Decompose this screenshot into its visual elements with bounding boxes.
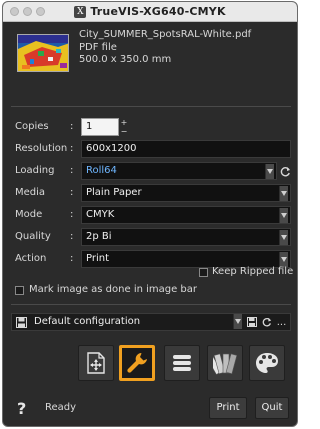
mode-label: Mode — [15, 209, 43, 220]
queue-tool-button[interactable] — [164, 345, 200, 381]
copies-stepper[interactable]: + − — [120, 118, 128, 136]
keep-ripped-checkbox[interactable] — [199, 268, 208, 277]
save-icon[interactable] — [245, 315, 258, 329]
loading-value: Roll64 — [86, 165, 117, 176]
decrement-icon[interactable]: − — [120, 127, 128, 136]
color-tool-button[interactable] — [207, 345, 243, 381]
refresh-icon[interactable] — [279, 164, 292, 178]
colon: : — [70, 209, 74, 220]
file-thumbnail — [17, 34, 69, 72]
chevron-down-icon[interactable] — [265, 164, 274, 179]
colon: : — [70, 165, 74, 176]
media-row: Media : Plain Paper — [3, 184, 297, 202]
help-icon[interactable]: ? — [17, 399, 26, 418]
colon: : — [70, 121, 74, 132]
copies-label: Copies — [15, 121, 49, 132]
media-label: Media — [15, 187, 46, 198]
quality-value: 2p Bi — [86, 231, 112, 242]
colon: : — [70, 231, 74, 242]
divider — [11, 304, 291, 305]
copies-input[interactable]: 1 — [81, 118, 119, 136]
list-icon — [173, 355, 191, 371]
quality-row: Quality : 2p Bi — [3, 228, 297, 246]
close-window-button[interactable] — [10, 7, 19, 16]
copies-row: Copies : 1 + − — [3, 118, 297, 136]
action-value: Print — [86, 253, 110, 264]
chevron-down-icon[interactable] — [279, 186, 288, 201]
mark-image-label: Mark image as done in image bar — [29, 284, 198, 295]
quit-button[interactable]: Quit — [255, 397, 289, 419]
action-label: Action — [15, 253, 47, 264]
file-header: City_SUMMER_SpotsRAL-White.pdf PDF file … — [9, 24, 293, 102]
status-text: Ready — [45, 402, 77, 413]
file-type: PDF file — [79, 41, 117, 53]
resolution-label: Resolution — [15, 143, 68, 154]
file-size: 500.0 x 350.0 mm — [79, 54, 172, 65]
loading-row: Loading : Roll64 — [3, 162, 297, 180]
media-value: Plain Paper — [86, 187, 142, 198]
chevron-down-icon[interactable] — [279, 252, 288, 267]
color-swatches-icon — [213, 353, 237, 375]
quality-label: Quality — [15, 231, 51, 242]
app-x-icon: X — [74, 5, 87, 18]
colon: : — [70, 253, 74, 264]
colon: : — [70, 187, 74, 198]
chevron-down-icon[interactable] — [279, 230, 288, 245]
configuration-bar: Default configuration ... — [11, 313, 291, 331]
layout-tool-button[interactable] — [78, 345, 114, 381]
mode-row: Mode : CMYK — [3, 206, 297, 224]
window-controls — [10, 7, 45, 16]
resolution-row: Resolution : 600x1200 — [3, 140, 297, 158]
chevron-down-icon[interactable] — [233, 314, 242, 329]
loading-select[interactable]: Roll64 — [81, 162, 277, 180]
layout-icon — [87, 352, 105, 374]
minimize-window-button[interactable] — [23, 7, 32, 16]
mark-image-checkbox[interactable] — [15, 286, 24, 295]
loading-label: Loading — [15, 165, 55, 176]
increment-icon[interactable]: + — [120, 118, 128, 127]
file-name: City_SUMMER_SpotsRAL-White.pdf — [79, 29, 252, 40]
mode-select[interactable]: CMYK — [81, 206, 291, 224]
palette-tool-button[interactable] — [249, 345, 285, 381]
colon: : — [70, 143, 74, 154]
title-bar: X TrueVIS-XG640-CMYK — [3, 2, 297, 22]
print-button[interactable]: Print — [209, 397, 247, 419]
wrench-icon — [127, 353, 147, 373]
window-title: TrueVIS-XG640-CMYK — [90, 5, 226, 18]
more-options-button[interactable]: ... — [275, 315, 288, 329]
mode-value: CMYK — [86, 209, 115, 220]
resolution-value: 600x1200 — [86, 143, 137, 154]
configuration-select[interactable]: Default configuration — [34, 314, 140, 330]
settings-tool-button[interactable] — [119, 345, 155, 381]
app-window: X TrueVIS-XG640-CMYK City_SUMMER_SpotsRA… — [2, 1, 298, 427]
chevron-down-icon[interactable] — [279, 208, 288, 223]
refresh-icon[interactable] — [260, 315, 273, 329]
zoom-window-button[interactable] — [36, 7, 45, 16]
resolution-select[interactable]: 600x1200 — [81, 140, 291, 158]
divider — [11, 106, 291, 107]
save-config-icon — [16, 317, 27, 331]
palette-icon — [256, 353, 278, 373]
keep-ripped-label: Keep Ripped file — [212, 266, 294, 277]
quality-select[interactable]: 2p Bi — [81, 228, 291, 246]
media-select[interactable]: Plain Paper — [81, 184, 291, 202]
